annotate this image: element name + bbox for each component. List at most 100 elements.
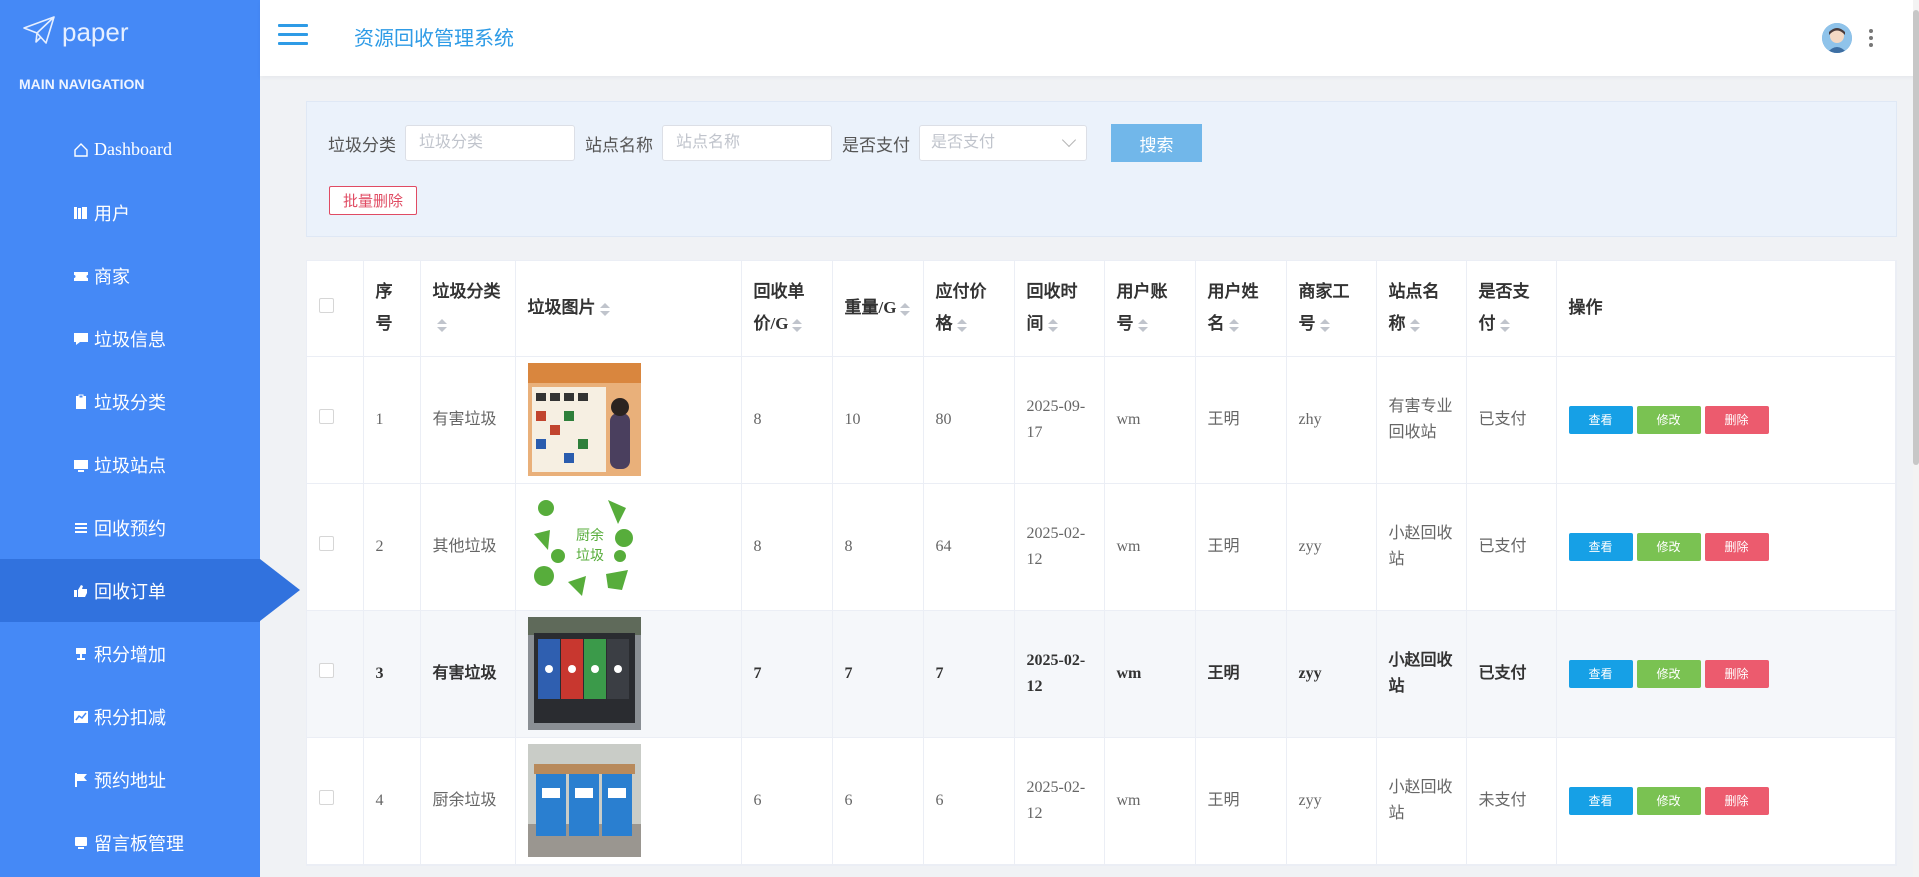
category-input[interactable] <box>405 125 575 161</box>
column-label: 操作 <box>1568 298 1603 318</box>
column-header[interactable]: 用户账号 <box>1104 261 1196 357</box>
column-header[interactable]: 用户姓名 <box>1195 261 1287 357</box>
orders-table: 序号 垃圾分类 垃圾图片 回收单价/G 重量/G 应付价格 回收时间 用户账号 … <box>306 260 1897 866</box>
view-button[interactable]: 查看 <box>1568 405 1633 434</box>
cell-price: 8 <box>741 356 833 484</box>
page-scrollbar[interactable] <box>1913 0 1919 877</box>
sidebar-item-label: 积分增加 <box>94 644 166 665</box>
edit-button[interactable]: 修改 <box>1636 786 1701 815</box>
sidebar-item-label: 垃圾分类 <box>94 392 166 413</box>
sidebar-item-waste-station[interactable]: 垃圾站点 <box>0 433 260 496</box>
sidebar-item-points-add[interactable]: 积分增加 <box>0 622 260 685</box>
sort-icon[interactable] <box>1228 318 1239 332</box>
svg-text:垃圾: 垃圾 <box>576 548 604 564</box>
sidebar-item-label: 用户 <box>94 203 130 224</box>
delete-button[interactable]: 删除 <box>1704 659 1769 688</box>
more-options-icon[interactable] <box>1866 26 1876 50</box>
sort-icon[interactable] <box>1499 318 1510 332</box>
logo[interactable]: paper <box>0 0 260 64</box>
sort-icon[interactable] <box>1137 318 1148 332</box>
sidebar-item-users[interactable]: 用户 <box>0 181 260 244</box>
select-all-checkbox[interactable] <box>319 298 334 314</box>
top-header: 资源回收管理系统 <box>260 0 1919 76</box>
sidebar-item-dashboard[interactable]: Dashboard <box>0 118 260 181</box>
sort-icon[interactable] <box>1047 318 1058 332</box>
waste-image[interactable] <box>527 363 641 476</box>
app-title: 资源回收管理系统 <box>354 28 514 50</box>
sort-icon[interactable] <box>1319 318 1330 332</box>
search-button[interactable]: 搜索 <box>1111 124 1202 162</box>
cell-category: 厨余垃圾 <box>420 737 516 865</box>
cell-name: 王明 <box>1195 737 1287 865</box>
column-header[interactable]: 垃圾分类 <box>420 261 516 357</box>
sort-icon[interactable] <box>1409 318 1420 332</box>
row-checkbox[interactable] <box>319 789 334 805</box>
comment-icon <box>72 330 90 348</box>
message-icon <box>72 834 90 852</box>
logo-text: paper <box>62 16 129 47</box>
waste-image[interactable] <box>527 744 641 857</box>
column-header[interactable]: 站点名称 <box>1376 261 1467 357</box>
cell-name: 王明 <box>1195 356 1287 484</box>
column-header[interactable]: 回收单价/G <box>741 261 833 357</box>
cell-time: 2025-02-12 <box>1014 610 1105 738</box>
search-panel: 垃圾分类 站点名称 是否支付 是否支付 搜索 批量删除 <box>306 101 1897 237</box>
sort-icon[interactable] <box>900 302 911 316</box>
sidebar-item-merchants[interactable]: 商家 <box>0 244 260 307</box>
table-row[interactable]: 3 有害垃圾 7 7 7 2025-02-12 wm 王明 zyy 小赵回收站 … <box>307 610 1896 738</box>
cell-actions: 查看 修改 删除 <box>1556 737 1896 865</box>
paid-select[interactable]: 是否支付 <box>919 125 1087 161</box>
view-button[interactable]: 查看 <box>1568 659 1633 688</box>
station-label: 站点名称 <box>585 136 653 155</box>
cell-image <box>515 356 742 484</box>
row-checkbox[interactable] <box>319 662 334 678</box>
column-header[interactable]: 回收时间 <box>1014 261 1105 357</box>
view-button[interactable]: 查看 <box>1568 786 1633 815</box>
avatar[interactable] <box>1822 23 1852 53</box>
menu-toggle-icon[interactable] <box>278 24 308 48</box>
sidebar-item-recycle-orders[interactable]: 回收订单 <box>0 559 300 622</box>
row-checkbox[interactable] <box>319 408 334 424</box>
sidebar-item-message-board[interactable]: 留言板管理 <box>0 811 260 874</box>
sort-icon[interactable] <box>956 318 967 332</box>
cell-index: 4 <box>363 737 421 865</box>
sort-icon[interactable] <box>792 318 803 332</box>
waste-image[interactable]: 厨余垃圾 <box>527 490 641 603</box>
column-header[interactable]: 重量/G <box>832 261 924 357</box>
column-header[interactable]: 应付价格 <box>923 261 1015 357</box>
column-header[interactable]: 商家工号 <box>1286 261 1377 357</box>
cell-account: wm <box>1104 610 1196 738</box>
sidebar-item-booking-address[interactable]: 预约地址 <box>0 748 260 811</box>
table-row[interactable]: 4 厨余垃圾 6 6 6 2025-02-12 wm 王明 zyy 小赵回收站 … <box>307 737 1896 865</box>
table-header-row: 序号 垃圾分类 垃圾图片 回收单价/G 重量/G 应付价格 回收时间 用户账号 … <box>307 261 1896 357</box>
sidebar-item-waste-category[interactable]: 垃圾分类 <box>0 370 260 433</box>
cell-payable: 64 <box>923 483 1015 611</box>
thumbs-up-icon <box>72 582 90 600</box>
batch-delete-button[interactable]: 批量删除 <box>329 186 417 215</box>
view-button[interactable]: 查看 <box>1568 532 1633 561</box>
sort-icon[interactable] <box>599 302 610 316</box>
column-header[interactable]: 是否支付 <box>1466 261 1557 357</box>
sidebar-item-points-deduct[interactable]: 积分扣减 <box>0 685 260 748</box>
column-header[interactable]: 垃圾图片 <box>515 261 742 357</box>
cell-category: 其他垃圾 <box>420 483 516 611</box>
sidebar-item-waste-info[interactable]: 垃圾信息 <box>0 307 260 370</box>
delete-button[interactable]: 删除 <box>1704 405 1769 434</box>
station-input[interactable] <box>662 125 832 161</box>
cell-time: 2025-02-12 <box>1014 737 1105 865</box>
delete-button[interactable]: 删除 <box>1704 532 1769 561</box>
edit-button[interactable]: 修改 <box>1636 659 1701 688</box>
edit-button[interactable]: 修改 <box>1636 532 1701 561</box>
cell-index: 2 <box>363 483 421 611</box>
sidebar-item-recycle-booking[interactable]: 回收预约 <box>0 496 260 559</box>
waste-image[interactable] <box>527 617 641 730</box>
cell-account: wm <box>1104 737 1196 865</box>
row-checkbox[interactable] <box>319 535 334 551</box>
cell-station: 小赵回收站 <box>1376 610 1467 738</box>
sort-icon[interactable] <box>436 318 447 332</box>
table-row[interactable]: 1 有害垃圾 8 10 80 2025-09-17 wm 王明 zhy 有害专业… <box>307 356 1896 484</box>
delete-button[interactable]: 删除 <box>1704 786 1769 815</box>
table-row[interactable]: 2 其他垃圾 厨余 垃圾 8 8 64 2025-02-12 wm 王明 zyy … <box>307 483 1896 611</box>
cell-price: 6 <box>741 737 833 865</box>
edit-button[interactable]: 修改 <box>1636 405 1701 434</box>
